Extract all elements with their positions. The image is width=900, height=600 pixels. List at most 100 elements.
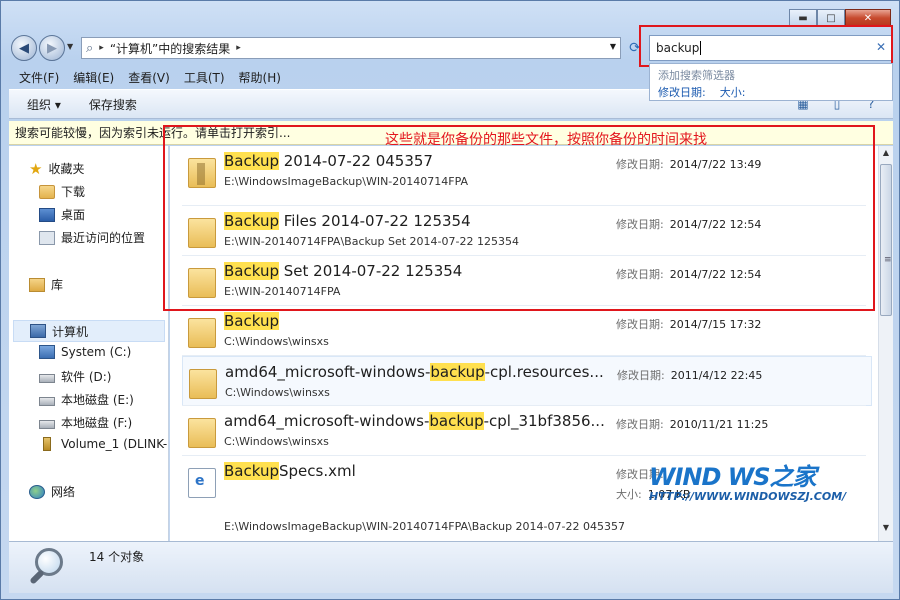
result-item[interactable]: Backup 2014-07-22 045357 E:\WindowsImage…: [182, 146, 872, 196]
nav-computer[interactable]: 计算机: [13, 320, 165, 342]
drive-icon: [39, 419, 55, 429]
watermark: WIND WS之家 HTTP://WWW.WINDOWSZJ.COM/: [649, 457, 846, 503]
nav-downloads[interactable]: 下载: [39, 183, 85, 200]
result-name: Backup 2014-07-22 045357: [224, 152, 433, 170]
result-path: E:\WindowsImageBackup\WIN-20140714FPA\Ba…: [224, 520, 625, 533]
scroll-down-icon[interactable]: ▼: [879, 523, 893, 539]
filter-modified-date[interactable]: 修改日期:: [658, 84, 706, 100]
nav-recent[interactable]: 最近访问的位置: [39, 229, 145, 246]
item-count: 14 个对象: [89, 550, 145, 564]
result-modified: 修改日期: 2014/7/15 17:32: [616, 318, 762, 331]
back-button[interactable]: ◀: [11, 35, 37, 61]
save-search-button[interactable]: 保存搜索: [89, 96, 137, 113]
result-name: BackupSpecs.xml: [224, 462, 356, 480]
menu-help[interactable]: 帮助(H): [239, 69, 281, 86]
result-name: Backup: [224, 312, 279, 330]
window-controls: ▬ □ ✕: [789, 9, 891, 27]
nav-network-label: 网络: [51, 485, 76, 499]
libraries-icon: [29, 277, 45, 292]
address-separator[interactable]: ▸: [99, 43, 104, 53]
nav-network[interactable]: 网络: [29, 483, 75, 500]
nav-drive-f[interactable]: 本地磁盘 (F:): [39, 414, 132, 431]
result-modified: 修改日期: 2014/7/22 12:54: [616, 218, 762, 231]
result-modified: 修改日期: 2014/7/22 13:49: [616, 158, 762, 171]
address-location[interactable]: “计算机”中的搜索结果: [110, 40, 230, 57]
drive-icon: [39, 373, 55, 383]
nav-drive-e-label: 本地磁盘 (E:): [61, 393, 134, 407]
nav-libraries-label: 库: [51, 278, 64, 292]
navigation-pane: ★ 收藏夹 下载 桌面 最近访问的位置 库 计算机 System (C:) 软件…: [9, 146, 169, 541]
computer-icon: [30, 324, 46, 338]
result-path: E:\WIN-20140714FPA\Backup Set 2014-07-22…: [224, 235, 519, 248]
nav-desktop-label: 桌面: [61, 208, 86, 222]
scroll-up-icon[interactable]: ▲: [879, 148, 893, 164]
folder-icon: [189, 369, 217, 399]
folder-icon: [188, 158, 216, 188]
result-modified: 修改日期: 2011/4/12 22:45: [617, 369, 763, 382]
scroll-thumb[interactable]: ≡: [880, 164, 892, 316]
organize-button[interactable]: 组织 ▾: [27, 96, 61, 113]
menu-file[interactable]: 文件(F): [19, 69, 59, 86]
nav-favorites[interactable]: ★ 收藏夹: [29, 160, 84, 177]
result-item[interactable]: Backup C:\Windows\winsxs 修改日期: 2014/7/15 …: [182, 306, 872, 356]
close-button[interactable]: ✕: [845, 9, 891, 27]
result-path: E:\WindowsImageBackup\WIN-20140714FPA: [224, 175, 469, 188]
recent-pages-dropdown[interactable]: ▼: [67, 42, 73, 51]
address-chevron-icon[interactable]: ▸: [236, 43, 241, 53]
menu-tools[interactable]: 工具(T): [184, 69, 225, 86]
maximize-button[interactable]: □: [817, 9, 845, 27]
minimize-button[interactable]: ▬: [789, 9, 817, 27]
folder-icon: [188, 318, 216, 348]
text-caret: [700, 41, 702, 55]
nav-drive-c-label: System (C:): [61, 345, 132, 359]
result-item[interactable]: Backup Files 2014-07-22 125354 E:\WIN-20…: [182, 206, 872, 256]
result-path: C:\Windows\winsxs: [225, 386, 330, 399]
refresh-icon[interactable]: ⟳: [623, 37, 647, 59]
result-item[interactable]: Backup Set 2014-07-22 125354 E:\WIN-2014…: [182, 256, 872, 306]
index-info-text: 搜索可能较慢，因为索引未运行。请单击打开索引...: [15, 126, 291, 140]
forward-button[interactable]: ▶: [39, 35, 65, 61]
nav-drive-c[interactable]: System (C:): [39, 345, 131, 359]
menu-edit[interactable]: 编辑(E): [73, 69, 114, 86]
search-folder-icon: ⌕: [86, 40, 94, 56]
filter-size[interactable]: 大小:: [720, 84, 746, 100]
menu-view[interactable]: 查看(V): [128, 69, 170, 86]
result-name: amd64_microsoft-windows-backup-cpl.resou…: [225, 363, 604, 381]
xml-file-icon: [188, 468, 216, 498]
nav-favorites-label: 收藏夹: [48, 162, 85, 176]
explorer-window: ▬ □ ✕ ◀ ▶ ▼ ⌕ ▸ “计算机”中的搜索结果 ▸ ▼ ⟳ backup…: [0, 0, 900, 600]
watermark-url: HTTP://WWW.WINDOWSZJ.COM/: [649, 490, 847, 503]
result-item[interactable]: amd64_microsoft-windows-backup-cpl.resou…: [182, 356, 872, 406]
grip-icon: ≡: [884, 255, 892, 265]
nav-drive-d[interactable]: 软件 (D:): [39, 368, 111, 385]
details-pane: 14 个对象: [9, 541, 893, 593]
index-info-bar[interactable]: 搜索可能较慢，因为索引未运行。请单击打开索引...: [9, 121, 893, 145]
navigation-row: ◀ ▶ ▼ ⌕ ▸ “计算机”中的搜索结果 ▸ ▼ ⟳ backup ✕: [9, 33, 893, 63]
result-name: Backup Files 2014-07-22 125354: [224, 212, 471, 230]
nav-drive-e[interactable]: 本地磁盘 (E:): [39, 391, 134, 408]
nav-downloads-label: 下载: [61, 185, 86, 199]
folder-icon: [188, 218, 216, 248]
address-dropdown-icon[interactable]: ▼: [610, 42, 616, 51]
result-name: Backup Set 2014-07-22 125354: [224, 262, 463, 280]
menu-bar: 文件(F) 编辑(E) 查看(V) 工具(T) 帮助(H): [9, 67, 649, 87]
clear-search-icon[interactable]: ✕: [876, 40, 886, 54]
downloads-folder-icon: [39, 184, 55, 199]
search-filter-panel: 添加搜索筛选器 修改日期: 大小:: [649, 63, 893, 101]
system-drive-icon: [39, 345, 55, 359]
search-input[interactable]: backup ✕: [649, 35, 893, 61]
nav-recent-label: 最近访问的位置: [61, 231, 146, 245]
address-bar[interactable]: ⌕ ▸ “计算机”中的搜索结果 ▸ ▼: [81, 37, 621, 59]
desktop-icon: [39, 207, 55, 222]
vertical-scrollbar[interactable]: ▲ ≡ ▼: [878, 146, 893, 541]
recent-places-icon: [39, 230, 55, 245]
folder-icon: [188, 268, 216, 298]
network-icon: [29, 484, 45, 499]
result-path: C:\Windows\winsxs: [224, 435, 329, 448]
result-item[interactable]: amd64_microsoft-windows-backup-cpl_31bf3…: [182, 406, 872, 456]
nav-desktop[interactable]: 桌面: [39, 206, 85, 223]
nav-libraries[interactable]: 库: [29, 276, 63, 293]
search-filter-hint: 添加搜索筛选器: [658, 69, 735, 81]
nav-volume-1[interactable]: Volume_1 (DLINK-: [39, 437, 167, 451]
nav-computer-label: 计算机: [52, 324, 89, 339]
